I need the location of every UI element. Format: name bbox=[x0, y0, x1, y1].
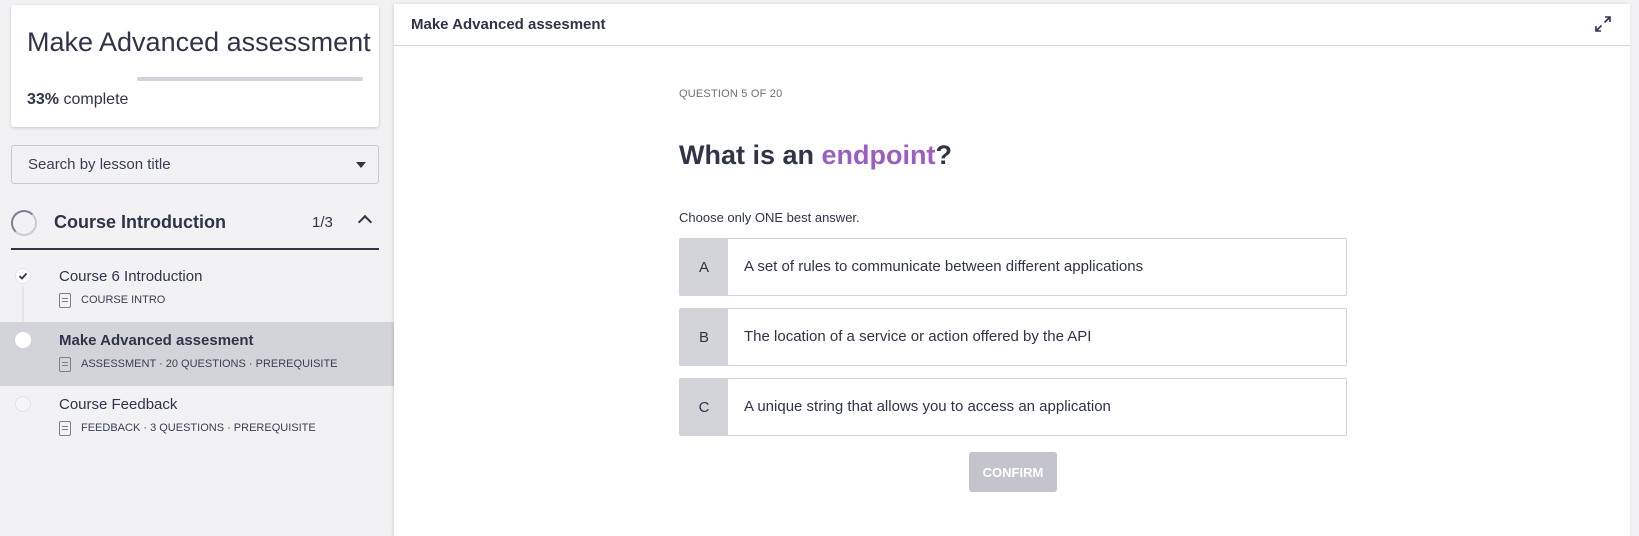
lesson-meta: FEEDBACK · 3 QUESTIONS · PREREQUISITE bbox=[59, 420, 316, 436]
answer-option-c[interactable]: C A unique string that allows you to acc… bbox=[679, 378, 1347, 436]
check-icon bbox=[15, 268, 31, 284]
sidebar: Make Advanced assessment 33% complete Se… bbox=[0, 0, 394, 536]
lesson-meta: ASSESSMENT · 20 QUESTIONS · PREREQUISITE bbox=[59, 356, 338, 372]
document-icon bbox=[59, 292, 71, 308]
section-title: Course Introduction bbox=[54, 212, 226, 232]
assessment-panel: Make Advanced assesment QUESTION 5 OF 20… bbox=[394, 4, 1630, 536]
option-text: A unique string that allows you to acces… bbox=[744, 398, 1111, 415]
progress-suffix: complete bbox=[63, 91, 129, 108]
panel-header: Make Advanced assesment bbox=[394, 4, 1630, 46]
option-letter: B bbox=[680, 309, 728, 365]
progress-bar bbox=[137, 77, 363, 81]
panel-title: Make Advanced assesment bbox=[411, 16, 606, 33]
current-lesson-icon bbox=[15, 332, 31, 348]
chevron-down-icon bbox=[356, 162, 366, 168]
lesson-meta-text: COURSE INTRO bbox=[81, 294, 166, 306]
lesson-item-course-feedback[interactable]: Course Feedback FEEDBACK · 3 QUESTIONS ·… bbox=[0, 386, 394, 450]
course-title: Make Advanced assessment bbox=[27, 27, 371, 57]
pending-lesson-icon bbox=[15, 396, 31, 412]
feedback-icon bbox=[59, 420, 71, 436]
lesson-meta-text: FEEDBACK · 3 QUESTIONS · PREREQUISITE bbox=[81, 422, 316, 434]
question-instruction: Choose only ONE best answer. bbox=[679, 210, 860, 225]
question-counter: QUESTION 5 OF 20 bbox=[679, 88, 783, 100]
lesson-title: Course 6 Introduction bbox=[59, 268, 203, 285]
option-text: The location of a service or action offe… bbox=[744, 328, 1092, 345]
chevron-up-icon[interactable] bbox=[357, 214, 373, 230]
option-text: A set of rules to communicate between di… bbox=[744, 258, 1144, 275]
assessment-icon bbox=[59, 356, 71, 372]
option-letter: C bbox=[680, 379, 728, 435]
progress-percent: 33% bbox=[27, 91, 60, 108]
lesson-item-course-6-introduction[interactable]: Course 6 Introduction COURSE INTRO bbox=[0, 258, 394, 322]
question-keyword: endpoint bbox=[821, 140, 936, 170]
course-card: Make Advanced assessment 33% complete bbox=[11, 5, 379, 127]
section-count: 1/3 bbox=[312, 214, 333, 231]
lesson-meta-text: ASSESSMENT · 20 QUESTIONS · PREREQUISITE bbox=[81, 358, 338, 370]
lesson-title: Course Feedback bbox=[59, 396, 178, 413]
answer-option-b[interactable]: B The location of a service or action of… bbox=[679, 308, 1347, 366]
progress-text: 33% complete bbox=[27, 91, 128, 109]
lesson-title: Make Advanced assesment bbox=[59, 332, 254, 349]
lesson-search-label: Search by lesson title bbox=[28, 156, 171, 173]
question-prefix: What is an bbox=[679, 140, 822, 170]
option-letter: A bbox=[680, 239, 728, 295]
section-header-course-introduction[interactable]: Course Introduction 1/3 bbox=[11, 200, 379, 250]
lesson-meta: COURSE INTRO bbox=[59, 292, 165, 308]
section-progress-icon bbox=[11, 210, 37, 236]
question-title: What is an endpoint? bbox=[679, 140, 952, 171]
lesson-item-make-advanced-assesment[interactable]: Make Advanced assesment ASSESSMENT · 20 … bbox=[0, 322, 394, 386]
answer-option-a[interactable]: A A set of rules to communicate between … bbox=[679, 238, 1347, 296]
question-suffix: ? bbox=[935, 140, 953, 170]
confirm-button[interactable]: CONFIRM bbox=[969, 452, 1057, 492]
lesson-search-select[interactable]: Search by lesson title bbox=[11, 145, 379, 184]
expand-icon[interactable] bbox=[1594, 15, 1612, 33]
